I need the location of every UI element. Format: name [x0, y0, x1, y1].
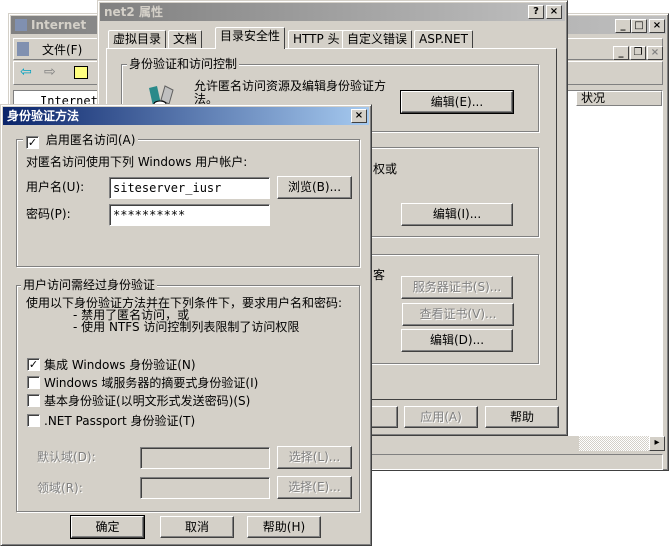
secure-comm-text: 客: [373, 268, 386, 282]
auth-access-group-label: 身份验证和访问控制: [127, 57, 240, 71]
column-status-label: 状况: [581, 91, 606, 105]
select-domain-button[interactable]: 选择(L)...: [277, 446, 352, 469]
anon-account-desc: 对匿名访问使用下列 Windows 用户帐户:: [26, 155, 248, 169]
auth-close-button[interactable]: ×: [351, 109, 367, 123]
tab-custom-errors[interactable]: 自定义错误: [342, 30, 413, 49]
back-icon[interactable]: ⇦: [20, 64, 32, 80]
help-button[interactable]: 帮助: [485, 406, 559, 428]
authenticated-access-label: 用户访问需经过身份验证: [21, 278, 158, 292]
maximize-button[interactable]: □: [631, 19, 647, 33]
view-cert-button[interactable]: 查看证书(V)...: [402, 303, 514, 326]
basic-auth-label: 基本身份验证(以明文形式发送密码)(S): [44, 394, 251, 408]
integrated-windows-checkbox[interactable]: ✓: [27, 358, 40, 371]
realm-input[interactable]: [140, 477, 270, 499]
forward-icon[interactable]: ⇨: [44, 64, 56, 80]
browse-button[interactable]: 浏览(B)...: [277, 176, 352, 199]
anonymous-access-toggle[interactable]: ✓ 启用匿名访问(A): [23, 131, 139, 149]
select-realm-button[interactable]: 选择(E)...: [277, 476, 352, 499]
passport-auth-checkbox[interactable]: [27, 414, 40, 427]
tab-aspnet[interactable]: ASP.NET: [414, 30, 473, 49]
child-close-button: ×: [647, 46, 663, 60]
auth-methods-dialog: 身份验证方法 × ✓ 启用匿名访问(A) 对匿名访问使用下列 Windows 用…: [0, 104, 372, 546]
close-button[interactable]: ×: [649, 19, 665, 33]
properties-title-bar: net2 属性: [100, 3, 565, 21]
integrated-windows-label: 集成 Windows 身份验证(N): [44, 358, 196, 372]
auth-desc-line1: 允许匿名访问资源及编辑身份验证方: [194, 79, 387, 93]
tab-virtual-dir[interactable]: 虚拟目录: [108, 30, 167, 49]
auth-desc-3: - 使用 NTFS 访问控制列表限制了访问权限: [73, 320, 300, 334]
minimize-button[interactable]: _: [615, 19, 631, 33]
edit-ip-button[interactable]: 编辑(I)...: [401, 203, 513, 226]
column-header-status[interactable]: 状况: [576, 91, 662, 106]
tab-directory-security[interactable]: 目录安全性: [215, 27, 286, 49]
console-icon: [17, 42, 29, 56]
child-minimize-button[interactable]: _: [613, 46, 629, 60]
properties-title: net2 属性: [104, 5, 163, 19]
ip-restrictions-text: 权或: [373, 162, 398, 176]
username-input[interactable]: siteserver_iusr: [109, 177, 270, 199]
password-label: 密码(P):: [26, 207, 71, 221]
child-restore-button[interactable]: ❐: [630, 46, 646, 60]
default-domain-input[interactable]: [140, 447, 270, 469]
basic-auth-checkbox[interactable]: [27, 394, 40, 407]
passport-auth-label: .NET Passport 身份验证(T): [44, 414, 196, 428]
iis-title: Internet: [31, 18, 87, 32]
ok-button[interactable]: 确定: [70, 515, 145, 539]
iis-icon: [15, 19, 27, 31]
edit-auth-button[interactable]: 编辑(E)...: [400, 90, 514, 114]
tab-documents[interactable]: 文档: [168, 30, 203, 49]
menu-file[interactable]: 文件(F): [42, 43, 82, 57]
horizontal-scrollbar[interactable]: [579, 436, 649, 451]
auth-help-button[interactable]: 帮助(H): [247, 516, 321, 538]
up-folder-icon[interactable]: [74, 66, 88, 79]
anonymous-checkbox[interactable]: ✓: [26, 136, 39, 149]
digest-auth-label: Windows 域服务器的摘要式身份验证(I): [44, 376, 259, 390]
edit-secure-button[interactable]: 编辑(D)...: [401, 329, 513, 352]
help-title-button[interactable]: ?: [528, 5, 544, 19]
auth-title: 身份验证方法: [7, 109, 80, 123]
username-label: 用户名(U):: [26, 180, 85, 194]
password-input[interactable]: **********: [109, 204, 270, 226]
tab-http-headers[interactable]: HTTP 头: [288, 30, 345, 49]
scroll-right-icon[interactable]: ▸: [649, 436, 665, 451]
anonymous-checkbox-label: 启用匿名访问(A): [45, 133, 136, 147]
auth-title-bar: 身份验证方法: [3, 107, 369, 125]
digest-auth-checkbox[interactable]: [27, 376, 40, 389]
cancel-button[interactable]: 取消: [160, 516, 234, 538]
default-domain-label: 默认域(D):: [37, 450, 96, 464]
apply-button[interactable]: 应用(A): [404, 406, 478, 428]
server-cert-button[interactable]: 服务器证书(S)...: [401, 276, 513, 299]
realm-label: 领域(R):: [37, 481, 83, 495]
properties-close-button[interactable]: ×: [546, 5, 562, 19]
